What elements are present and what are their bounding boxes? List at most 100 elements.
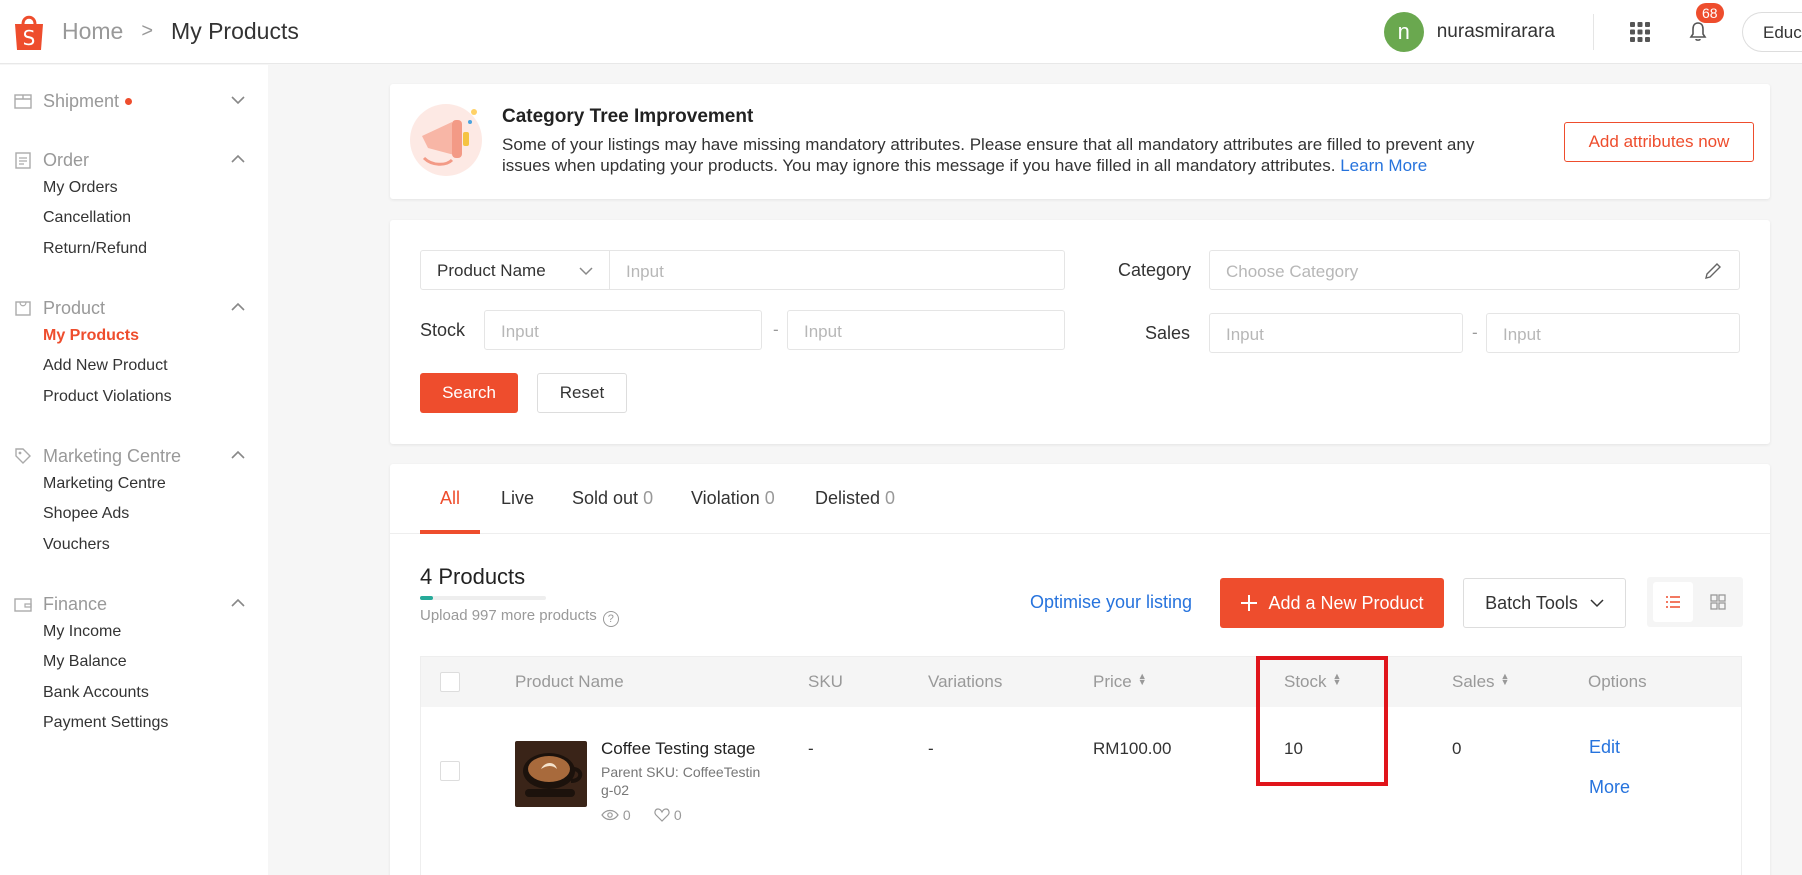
sidebar-item-bank-accounts[interactable]: Bank Accounts — [43, 684, 149, 702]
sort-icon: ▲ ▼ — [1500, 671, 1510, 687]
sidebar-header-marketing[interactable]: Marketing Centre — [0, 441, 268, 471]
column-header-variations: Variations — [928, 672, 1003, 691]
sidebar-item-my-income[interactable]: My Income — [43, 623, 121, 641]
tab-live[interactable]: Live — [501, 488, 534, 509]
megaphone-icon — [410, 104, 482, 176]
sidebar-group-order: Order My Orders Cancellation Return/Refu… — [0, 145, 268, 257]
cell-price[interactable]: RM100.00 — [1093, 739, 1171, 759]
sidebar-item-my-balance[interactable]: My Balance — [43, 653, 127, 671]
chevron-up-icon — [231, 154, 245, 163]
sales-max-input[interactable]: Input — [1486, 313, 1740, 353]
product-table: Product Name SKU Variations Price ▲ ▼ Stoc… — [420, 656, 1742, 875]
username[interactable]: nurasmirarara — [1437, 21, 1555, 43]
avatar[interactable]: n — [1383, 12, 1424, 52]
edit-link[interactable]: Edit — [1589, 737, 1620, 758]
sidebar-title: Order — [43, 149, 90, 170]
apps-grid-icon[interactable] — [1628, 20, 1652, 44]
sidebar-item-shopee-ads[interactable]: Shopee Ads — [43, 505, 129, 523]
column-header-sales[interactable]: Sales ▲ ▼ — [1452, 672, 1509, 692]
stock-label: Stock — [420, 320, 466, 340]
sales-label: Sales — [1145, 323, 1191, 343]
batch-tools-dropdown[interactable]: Batch Tools — [1463, 578, 1626, 628]
heart-icon — [654, 808, 670, 822]
product-thumbnail[interactable] — [515, 741, 587, 807]
list-view-button[interactable] — [1653, 582, 1693, 622]
view-mode-toggle — [1647, 577, 1743, 627]
range-separator: - — [773, 320, 779, 339]
product-name-input[interactable]: Input — [609, 250, 1065, 290]
tab-all[interactable]: All — [440, 488, 460, 509]
chevron-up-icon — [231, 598, 245, 607]
active-tab-indicator — [420, 530, 480, 534]
upload-quota-note: Upload 997 more products? — [420, 607, 619, 627]
breadcrumb-home[interactable]: Home — [62, 18, 123, 45]
notifications-button[interactable]: 68 — [1686, 3, 1724, 45]
sidebar-group-shipment: Shipment — [0, 86, 268, 116]
upload-quota-progress-fill — [420, 596, 433, 600]
notice-title: Category Tree Improvement — [502, 106, 754, 127]
chevron-down-icon — [579, 267, 593, 276]
product-list-panel: All Live Sold out 0 Violation 0 Delisted… — [390, 464, 1770, 875]
tab-delisted[interactable]: Delisted 0 — [815, 488, 895, 509]
sidebar-title: Shipment — [43, 91, 133, 112]
sidebar-item-vouchers[interactable]: Vouchers — [43, 536, 110, 554]
sidebar-item-product-violations[interactable]: Product Violations — [43, 388, 172, 406]
column-header-options: Options — [1588, 672, 1647, 691]
sidebar-item-payment-settings[interactable]: Payment Settings — [43, 714, 168, 732]
reset-button[interactable]: Reset — [537, 373, 627, 413]
sort-icon: ▲ ▼ — [1137, 671, 1147, 687]
search-type-select[interactable]: Product Name — [420, 250, 610, 290]
tab-violation[interactable]: Violation 0 — [691, 488, 775, 509]
column-header-price[interactable]: Price ▲ ▼ — [1093, 672, 1147, 692]
stock-highlight-box — [1256, 656, 1388, 786]
more-link[interactable]: More — [1589, 777, 1630, 798]
tab-sold-out[interactable]: Sold out 0 — [572, 488, 653, 509]
sales-min-input[interactable]: Input — [1209, 313, 1463, 353]
stock-max-input[interactable]: Input — [787, 310, 1065, 350]
sidebar-header-product[interactable]: Product — [0, 293, 268, 323]
grid-view-icon[interactable] — [1710, 594, 1726, 610]
chevron-down-icon — [231, 96, 245, 105]
category-tree-notice: Category Tree Improvement Some of your l… — [390, 84, 1770, 199]
column-header-product-name: Product Name — [515, 672, 624, 691]
pencil-icon[interactable] — [1703, 261, 1723, 281]
chevron-up-icon — [231, 302, 245, 311]
upload-quota-progress — [420, 596, 546, 600]
learn-more-link[interactable]: Learn More — [1340, 156, 1427, 175]
list-view-icon — [1666, 596, 1680, 608]
sidebar-item-cancellation[interactable]: Cancellation — [43, 209, 131, 227]
sidebar-item-my-orders[interactable]: My Orders — [43, 179, 118, 197]
page-title: My Products — [171, 18, 299, 44]
sidebar-header-shipment[interactable]: Shipment — [0, 86, 268, 116]
eye-icon — [601, 809, 619, 821]
row-checkbox[interactable] — [440, 761, 460, 781]
sidebar-group-marketing: Marketing Centre Marketing Centre Shopee… — [0, 441, 268, 553]
category-input[interactable]: Choose Category — [1209, 250, 1740, 290]
sidebar-title: Marketing Centre — [43, 445, 182, 466]
select-all-checkbox[interactable] — [440, 672, 460, 692]
sidebar-header-order[interactable]: Order — [0, 145, 268, 175]
tag-icon — [15, 448, 31, 464]
sidebar-item-return-refund[interactable]: Return/Refund — [43, 240, 147, 258]
search-button[interactable]: Search — [420, 373, 518, 413]
stock-min-input[interactable]: Input — [484, 310, 762, 350]
product-name[interactable]: Coffee Testing stage — [601, 739, 755, 759]
optimise-listing-link[interactable]: Optimise your listing — [1030, 592, 1192, 613]
help-icon[interactable]: ? — [602, 611, 619, 627]
header-user-area: n nurasmirarara 68 Educ — [1383, 0, 1802, 64]
sidebar-title: Finance — [43, 593, 108, 614]
education-hub-button[interactable]: Educ — [1742, 12, 1802, 52]
add-attributes-button[interactable]: Add attributes now — [1564, 122, 1754, 162]
add-new-product-button[interactable]: Add a New Product — [1220, 578, 1444, 628]
like-count: 0 — [673, 807, 682, 823]
sidebar-item-my-products[interactable]: My Products — [43, 327, 139, 345]
shopee-logo[interactable]: S — [12, 12, 46, 52]
plus-icon — [1241, 595, 1258, 611]
sidebar-item-add-new-product[interactable]: Add New Product — [43, 357, 168, 375]
status-tabs: All Live Sold out 0 Violation 0 Delisted… — [390, 464, 1770, 534]
sidebar-header-finance[interactable]: Finance — [0, 589, 268, 619]
notification-count-badge: 68 — [1696, 3, 1724, 23]
top-header: S Home > My Products n nurasmirarara 68 … — [0, 0, 1802, 64]
sidebar-group-finance: Finance My Income My Balance Bank Accoun… — [0, 589, 268, 731]
sidebar-item-marketing-centre[interactable]: Marketing Centre — [43, 475, 166, 493]
